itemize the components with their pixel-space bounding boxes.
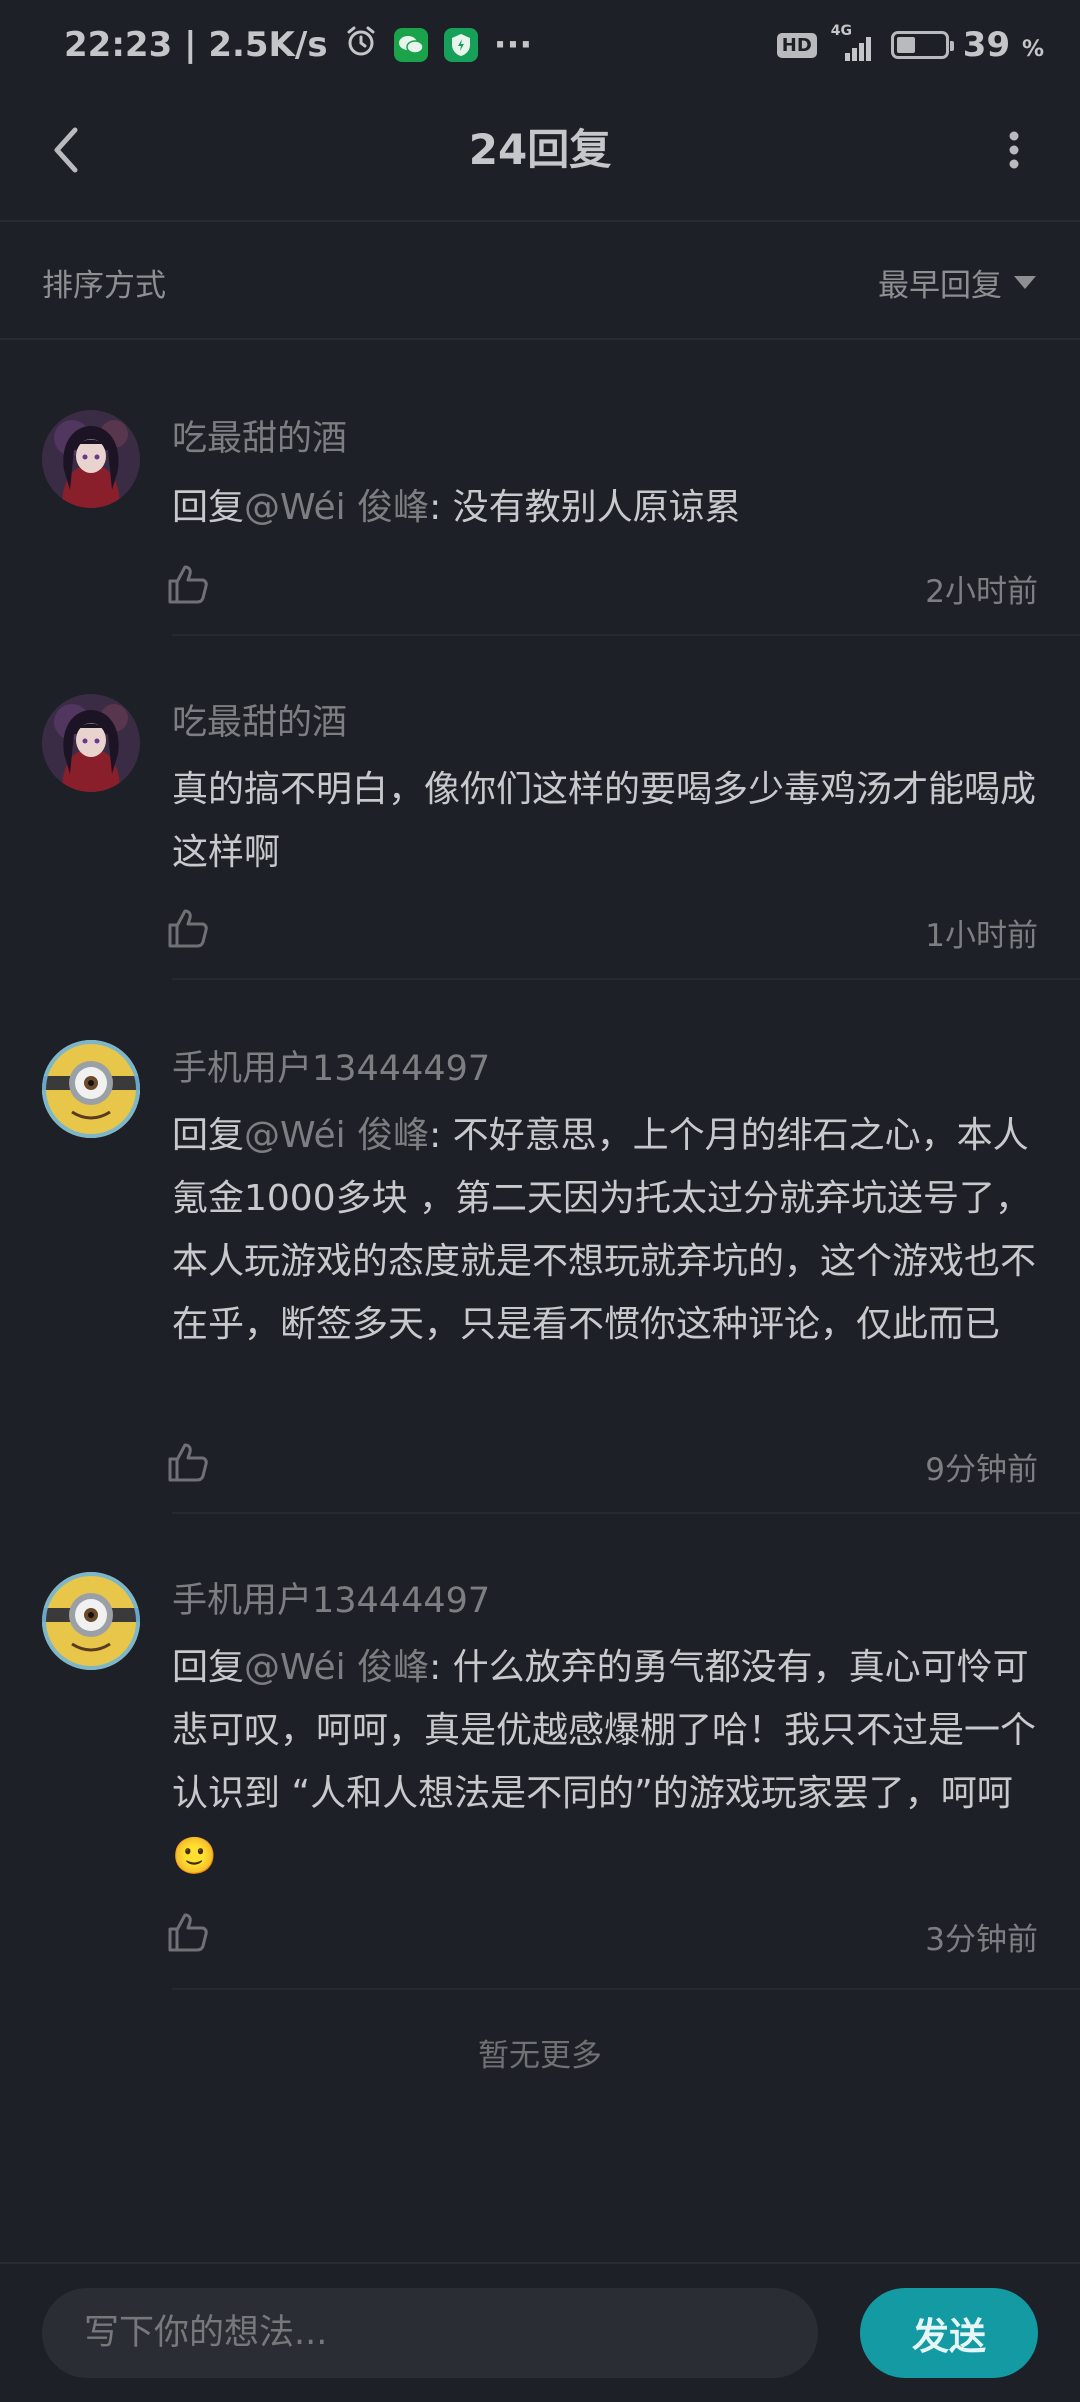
- like-button[interactable]: [166, 1440, 210, 1484]
- mention-link[interactable]: @Wéi 俊峰: [244, 1647, 429, 1688]
- comment-username[interactable]: 手机用户13444497: [172, 1040, 490, 1091]
- status-left: 22:23 | 2.5K/s ···: [64, 22, 532, 68]
- comment-text: 回复@Wéi 俊峰: 没有教别人原谅累: [172, 476, 1044, 539]
- avatar[interactable]: [42, 1040, 140, 1138]
- more-notifications: ···: [493, 25, 533, 65]
- comment-body: : 没有教别人原谅累: [429, 487, 741, 528]
- header: 24回复: [0, 90, 1080, 220]
- alarm-icon: [344, 24, 378, 67]
- comment-body: 真的搞不明白，像你们这样的要喝多少毒鸡汤才能喝成这样啊: [172, 769, 1037, 873]
- comment-item: 手机用户13444497 回复@Wéi 俊峰: 不好意思，上个月的绯石之心，本人…: [0, 980, 1080, 1514]
- battery-level: [896, 37, 915, 53]
- comment-input[interactable]: [42, 2288, 818, 2378]
- comment-time: 3分钟前: [925, 1922, 1038, 1958]
- avatar[interactable]: [42, 410, 140, 508]
- hd-badge: HD: [776, 32, 817, 58]
- signal-icon: 4G: [831, 23, 877, 63]
- comment-username[interactable]: 吃最甜的酒: [172, 694, 347, 745]
- more-options-button[interactable]: [984, 120, 1044, 180]
- shield-app-icon: [443, 28, 478, 62]
- battery-percent-sign: %: [1021, 37, 1044, 62]
- minion-avatar-icon: [42, 1572, 140, 1670]
- thumbs-up-icon: [168, 1913, 208, 1952]
- anime-girl-avatar-icon: [42, 694, 140, 792]
- mention-link[interactable]: @Wéi 俊峰: [244, 487, 429, 528]
- reply-prefix: 回复: [172, 487, 245, 528]
- send-button[interactable]: 发送: [860, 2288, 1038, 2378]
- comment-item: 手机用户13444497 回复@Wéi 俊峰: 什么放弃的勇气都没有，真心可怜可…: [0, 1514, 1080, 1990]
- thumbs-up-icon: [168, 565, 208, 604]
- comment-username[interactable]: 手机用户13444497: [172, 1572, 490, 1623]
- sort-selected-value: 最早回复: [878, 268, 1002, 304]
- battery-percent-value: 39: [962, 25, 1011, 65]
- comment-text: 回复@Wéi 俊峰: 不好意思，上个月的绯石之心，本人氪金1000多块 ，第二天…: [172, 1104, 1044, 1356]
- thumbs-up-icon: [168, 909, 208, 948]
- page-title: 24回复: [468, 125, 612, 174]
- avatar[interactable]: [42, 1572, 140, 1670]
- sort-dropdown[interactable]: 最早回复: [878, 260, 1036, 305]
- vertical-dots-icon: [1009, 131, 1019, 169]
- like-button[interactable]: [166, 906, 210, 950]
- comment-time: 1小时前: [925, 918, 1038, 954]
- like-button[interactable]: [166, 562, 210, 606]
- avatar[interactable]: [42, 694, 140, 792]
- status-time-speed: 22:23 | 2.5K/s: [64, 25, 328, 65]
- comment-item: 吃最甜的酒 回复@Wéi 俊峰: 没有教别人原谅累 2小时前: [0, 340, 1080, 636]
- like-button[interactable]: [166, 1910, 210, 1954]
- comment-text: 真的搞不明白，像你们这样的要喝多少毒鸡汤才能喝成这样啊: [172, 758, 1044, 884]
- comment-input-bar: 发送: [0, 2262, 1080, 2402]
- thumbs-up-icon: [168, 1443, 208, 1482]
- battery-icon: [890, 31, 954, 59]
- comment-divider: [172, 1988, 1080, 1990]
- wechat-icon: [393, 28, 428, 62]
- status-bar: 22:23 | 2.5K/s ··· HD 4G 39 %: [0, 0, 1080, 90]
- mention-link[interactable]: @Wéi 俊峰: [244, 1115, 429, 1156]
- comment-username[interactable]: 吃最甜的酒: [172, 410, 347, 461]
- network-type: 4G: [830, 23, 853, 39]
- sort-row: 排序方式 最早回复: [0, 222, 1080, 340]
- no-more-text: 暂无更多: [478, 2038, 602, 2074]
- comment-item: 吃最甜的酒 真的搞不明白，像你们这样的要喝多少毒鸡汤才能喝成这样啊 1小时前: [0, 636, 1080, 980]
- minion-avatar-icon: [42, 1040, 140, 1138]
- comment-text: 回复@Wéi 俊峰: 什么放弃的勇气都没有，真心可怜可悲可叹，呵呵，真是优越感爆…: [172, 1636, 1044, 1888]
- reply-prefix: 回复: [172, 1115, 245, 1156]
- comment-time: 2小时前: [925, 574, 1038, 610]
- anime-girl-avatar-icon: [42, 410, 140, 508]
- caret-down-icon: [1014, 276, 1036, 289]
- status-right: HD 4G 39 %: [776, 22, 1044, 68]
- battery-percent: 39 %: [963, 25, 1044, 65]
- comment-time: 9分钟前: [925, 1452, 1038, 1488]
- sort-label: 排序方式: [42, 268, 166, 304]
- reply-prefix: 回复: [172, 1647, 245, 1688]
